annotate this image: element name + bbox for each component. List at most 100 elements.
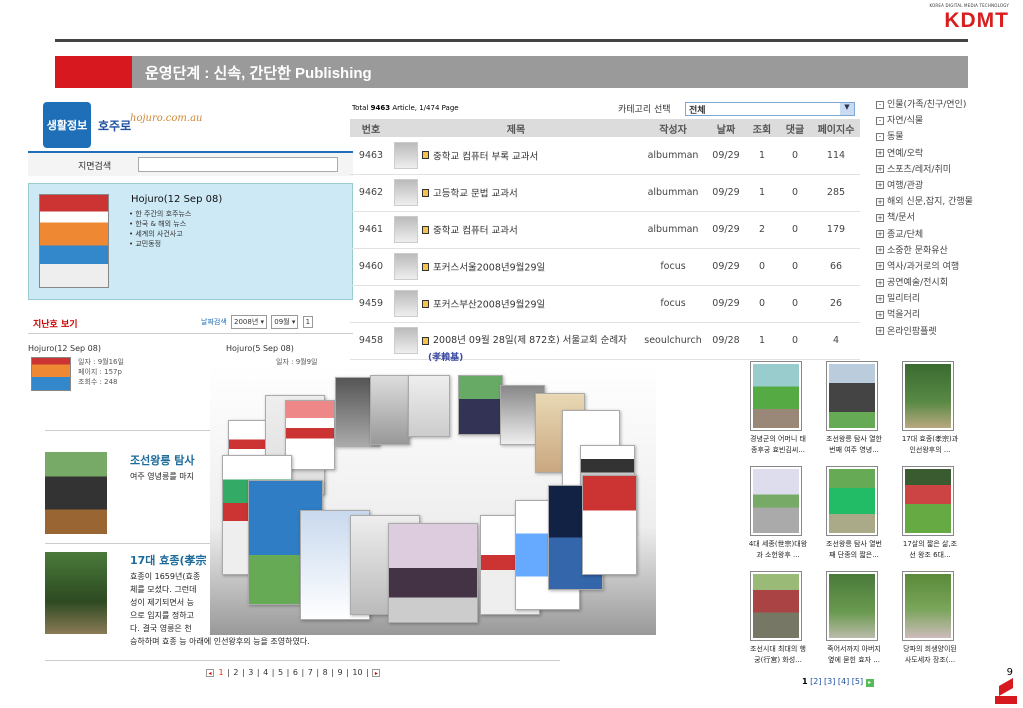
category-item[interactable]: + 온라인팜플렛 — [876, 324, 1006, 340]
page-link[interactable]: 10 — [352, 668, 362, 677]
category-item[interactable]: + 종교/단체 — [876, 227, 1006, 243]
expand-icon[interactable]: + — [876, 213, 884, 222]
page-link[interactable]: 3 — [248, 668, 253, 677]
category-item[interactable]: - 인물(가족/친구/연인) — [876, 97, 1006, 113]
collapse-icon[interactable]: - — [876, 116, 884, 125]
column-header[interactable]: 날짜 — [706, 119, 746, 137]
category-item[interactable]: + 먹을거리 — [876, 307, 1006, 323]
thumbnail[interactable] — [394, 216, 418, 243]
photo-item[interactable]: 4대 세종(世宗)대왕 과 소헌왕후 ... — [740, 466, 816, 561]
life-info-logo[interactable]: 생활정보 — [43, 102, 91, 148]
page-search-input[interactable] — [138, 157, 338, 172]
table-row[interactable]: 9458 2008년 09월 28일(제 872호) 서울교회 순례자 seou… — [350, 322, 860, 360]
category-item[interactable]: + 소중한 문화유산 — [876, 243, 1006, 259]
prev-page-icon[interactable]: ◂ — [206, 669, 214, 677]
photo-item[interactable]: 경녕군의 어머니 태 종후궁 효빈김씨... — [740, 361, 816, 456]
gallery-page-current[interactable]: 1 — [802, 677, 808, 686]
row-title[interactable]: 포커스서울2008년9월29일 — [392, 248, 640, 286]
year-select[interactable]: 2008년 ▾ — [231, 315, 268, 329]
column-header[interactable]: 댓글 — [778, 119, 812, 137]
expand-icon[interactable]: + — [876, 149, 884, 158]
photo-item[interactable]: 조선왕릉 탐사 열번 째 단종의 짧은... — [816, 466, 892, 561]
table-row[interactable]: 9463 중학교 컴퓨터 부록 교과서 albumman 09/29 1 0 1… — [350, 137, 860, 175]
expand-icon[interactable]: + — [876, 262, 884, 271]
expand-icon[interactable]: + — [876, 230, 884, 238]
category-item[interactable]: + 여행/관광 — [876, 178, 1006, 194]
thumbnail[interactable] — [394, 179, 418, 206]
issue-title[interactable]: Hojuro(5 Sep 08) — [226, 344, 294, 353]
page-link[interactable]: 4 — [263, 668, 268, 677]
photo-item[interactable]: 조선왕릉 탐사 열한 번째 여주 영녕... — [816, 361, 892, 456]
column-header[interactable]: 작성자 — [640, 119, 706, 137]
thumbnail[interactable] — [394, 253, 418, 280]
photo-item[interactable]: 17살의 짧은 삶,조 선 왕조 6대... — [892, 466, 968, 561]
gallery-page-link[interactable]: [5] — [852, 677, 863, 686]
category-item[interactable]: + 해외 신문,잡지, 간행물 — [876, 194, 1006, 210]
magazine-page[interactable] — [408, 375, 450, 437]
table-row[interactable]: 9462 고등학교 문법 교과서 albumman 09/29 1 0 285 — [350, 174, 860, 212]
magazine-page[interactable] — [285, 400, 335, 470]
month-select[interactable]: 09월 ▾ — [271, 315, 299, 329]
collapse-icon[interactable]: - — [876, 100, 884, 109]
category-item[interactable]: + 공연예술/전시회 — [876, 275, 1006, 291]
expand-icon[interactable]: + — [876, 294, 884, 303]
next-arrow-icon[interactable]: ▸ — [865, 679, 874, 687]
expand-icon[interactable]: + — [876, 165, 884, 174]
site-name[interactable]: 호주로 — [98, 117, 131, 134]
column-header[interactable]: 번호 — [350, 119, 392, 137]
category-item[interactable]: - 자연/식물 — [876, 113, 1006, 129]
article-photo[interactable] — [45, 452, 107, 534]
category-item[interactable]: + 역사/과거로의 여행 — [876, 259, 1006, 275]
magazine-page-center[interactable] — [388, 523, 478, 623]
featured-issue-cover[interactable] — [39, 194, 109, 288]
next-page-icon[interactable]: ▸ — [372, 669, 381, 677]
category-item[interactable]: + 스포츠/레저/취미 — [876, 162, 1006, 178]
table-row[interactable]: 9461 중학교 컴퓨터 교과서 albumman 09/29 2 0 179 — [350, 211, 860, 249]
gallery-page-link[interactable]: [2] — [810, 677, 821, 686]
page-link[interactable]: 9 — [338, 668, 343, 677]
article-title[interactable]: 조선왕릉 탐사 — [130, 452, 195, 468]
magazine-page[interactable] — [582, 475, 637, 575]
category-select[interactable]: 전체 ▼ — [685, 102, 855, 116]
thumbnail[interactable] — [394, 141, 418, 169]
article-photo[interactable] — [45, 552, 107, 634]
row-title[interactable]: 중학교 컴퓨터 교과서 — [392, 211, 640, 249]
category-item[interactable]: + 밀리터리 — [876, 291, 1006, 307]
chevron-down-icon[interactable]: ▼ — [840, 103, 854, 115]
gallery-page-link[interactable]: [3] — [824, 677, 835, 686]
issue-cover[interactable] — [31, 357, 71, 391]
gallery-page-link[interactable]: [4] — [838, 677, 849, 686]
thumbnail[interactable] — [394, 290, 418, 317]
column-header[interactable]: 제목 — [392, 119, 640, 137]
row-title[interactable]: 중학교 컴퓨터 부록 교과서 — [392, 137, 640, 175]
thumbnail[interactable] — [394, 327, 418, 354]
page-link[interactable]: 2 — [233, 668, 238, 677]
magazine-page[interactable] — [458, 375, 503, 435]
table-row[interactable]: 9460 포커스서울2008년9월29일 focus 09/29 0 0 66 — [350, 248, 860, 286]
featured-issue-title[interactable]: Hojuro(12 Sep 08) — [131, 194, 222, 205]
page-link[interactable]: 8 — [323, 668, 328, 677]
page-link[interactable]: 6 — [293, 668, 298, 677]
magazine-page[interactable] — [370, 375, 410, 445]
expand-icon[interactable]: + — [876, 278, 884, 287]
page-link[interactable]: 7 — [308, 668, 313, 677]
column-header[interactable]: 조회 — [746, 119, 778, 137]
expand-icon[interactable]: + — [876, 327, 884, 336]
article-title[interactable]: 17대 효종(孝宗 — [130, 552, 207, 568]
site-domain[interactable]: hojuro.com.au — [130, 113, 203, 124]
day-select[interactable]: 1 — [302, 316, 314, 328]
row-title[interactable]: 포커스부산2008년9월29일 — [392, 285, 640, 323]
collapse-icon[interactable]: - — [876, 132, 884, 141]
magazine-carousel[interactable] — [210, 365, 656, 635]
category-item[interactable]: - 동물 — [876, 129, 1006, 145]
table-row[interactable]: 9459 포커스부산2008년9월29일 focus 09/29 0 0 26 — [350, 285, 860, 323]
photo-item[interactable]: 당파의 희생양이된 사도세자 장조(... — [892, 571, 968, 666]
page-link[interactable]: 1 — [219, 668, 224, 677]
row-title[interactable]: 고등학교 문법 교과서 — [392, 174, 640, 212]
expand-icon[interactable]: + — [876, 246, 884, 255]
expand-icon[interactable]: + — [876, 197, 884, 206]
issue-card[interactable]: Hojuro(12 Sep 08) 일자 : 9월16일 페이지 : 157p … — [28, 344, 124, 391]
category-item[interactable]: + 책/문서 — [876, 210, 1006, 226]
category-item[interactable]: + 연예/오락 — [876, 146, 1006, 162]
photo-item[interactable]: 17대 효종(孝宗)과 인선왕후의 ... — [892, 361, 968, 456]
